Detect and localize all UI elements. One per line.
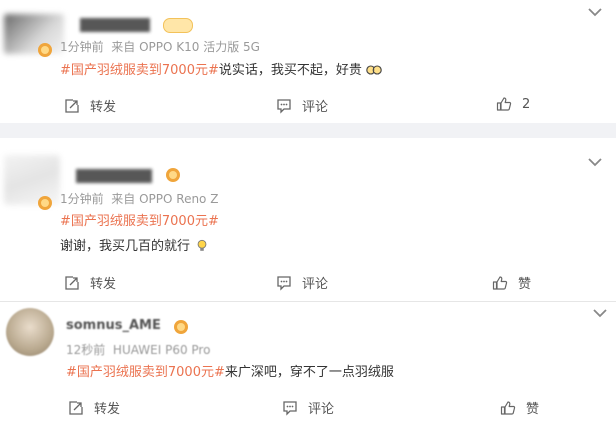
- post-source: HUAWEI P60 Pro: [112, 343, 211, 357]
- chevron-down-icon[interactable]: [587, 7, 603, 17]
- repost-icon: [69, 400, 83, 415]
- post-card: 1分钟前 来自 OPPO Reno Z #国产羽绒服卖到7000元# 谢谢，我买…: [0, 139, 616, 301]
- like-icon: [492, 275, 508, 290]
- comment-button[interactable]: 评论: [276, 273, 328, 292]
- like-button[interactable]: 2: [496, 96, 530, 112]
- comment-label: 评论: [308, 402, 335, 417]
- repost-button[interactable]: 转发: [64, 96, 116, 115]
- repost-button[interactable]: 转发: [68, 398, 120, 417]
- comment-icon: [277, 98, 291, 114]
- username-blurred[interactable]: [76, 169, 152, 183]
- username-text: somnus_AME: [66, 318, 161, 333]
- post-text: 说实话，我买不起，好贵: [218, 63, 362, 78]
- post-content: #国产羽绒服卖到7000元#说实话，我买不起，好贵: [60, 59, 382, 78]
- post-separator: [0, 123, 616, 138]
- like-count: 2: [522, 96, 531, 112]
- comment-icon: [283, 400, 297, 416]
- vip-badge-icon: [166, 168, 180, 182]
- like-icon: [496, 97, 512, 111]
- post-card: 1分钟前 来自 OPPO K10 活力版 5G #国产羽绒服卖到7000元#说实…: [0, 0, 616, 122]
- post-content: #国产羽绒服卖到7000元#来广深吧，穿不了一点羽绒服: [66, 361, 394, 380]
- repost-label: 转发: [90, 100, 117, 115]
- post-text: 来广深吧，穿不了一点羽绒服: [224, 365, 394, 380]
- like-button[interactable]: 赞: [500, 398, 539, 417]
- topic-link[interactable]: #国产羽绒服卖到7000元#: [66, 365, 225, 380]
- post-meta: 1分钟前 来自 OPPO K10 活力版 5G: [60, 38, 260, 55]
- repost-label: 转发: [90, 277, 117, 292]
- post-time: 1分钟前: [60, 40, 104, 54]
- username-blurred[interactable]: [80, 18, 150, 32]
- repost-label: 转发: [94, 402, 121, 417]
- post-source: 来自 OPPO Reno Z: [111, 192, 219, 206]
- lightbulb-emoji-icon: [197, 239, 207, 251]
- post-meta: 12秒前 HUAWEI P60 Pro: [66, 341, 210, 358]
- post-meta: 1分钟前 来自 OPPO Reno Z: [60, 190, 218, 207]
- vip-badge-icon: [38, 43, 52, 57]
- post-content: #国产羽绒服卖到7000元#: [60, 210, 219, 229]
- repost-icon: [65, 98, 79, 113]
- glasses-emoji-icon: [366, 65, 382, 75]
- user-badge-icon: [163, 18, 193, 33]
- comment-button[interactable]: 评论: [282, 398, 334, 417]
- post-time: 12秒前: [66, 343, 106, 357]
- like-label: 赞: [526, 402, 540, 417]
- avatar[interactable]: [4, 14, 64, 54]
- topic-link[interactable]: #国产羽绒服卖到7000元#: [60, 214, 219, 229]
- comment-button[interactable]: 评论: [276, 96, 328, 115]
- username[interactable]: somnus_AME: [66, 318, 161, 333]
- repost-button[interactable]: 转发: [64, 273, 116, 292]
- like-label: 赞: [518, 277, 532, 292]
- chevron-down-icon[interactable]: [592, 308, 608, 318]
- post-card: somnus_AME 12秒前 HUAWEI P60 Pro #国产羽绒服卖到7…: [0, 302, 616, 438]
- post-text: 谢谢，我买几百的就行: [60, 239, 191, 254]
- vip-badge-icon: [174, 320, 188, 334]
- chevron-down-icon[interactable]: [587, 157, 603, 167]
- post-content: 谢谢，我买几百的就行: [60, 235, 210, 254]
- comment-label: 评论: [302, 100, 329, 115]
- repost-icon: [65, 275, 79, 290]
- post-source: 来自 OPPO K10 活力版 5G: [111, 40, 260, 54]
- like-icon: [500, 400, 516, 415]
- comment-label: 评论: [302, 277, 329, 292]
- comment-icon: [277, 275, 291, 291]
- avatar[interactable]: [6, 308, 54, 356]
- vip-badge-icon: [38, 196, 52, 210]
- like-button[interactable]: 赞: [492, 273, 531, 292]
- topic-link[interactable]: #国产羽绒服卖到7000元#: [60, 63, 219, 78]
- post-time: 1分钟前: [60, 192, 104, 206]
- avatar[interactable]: [4, 155, 60, 205]
